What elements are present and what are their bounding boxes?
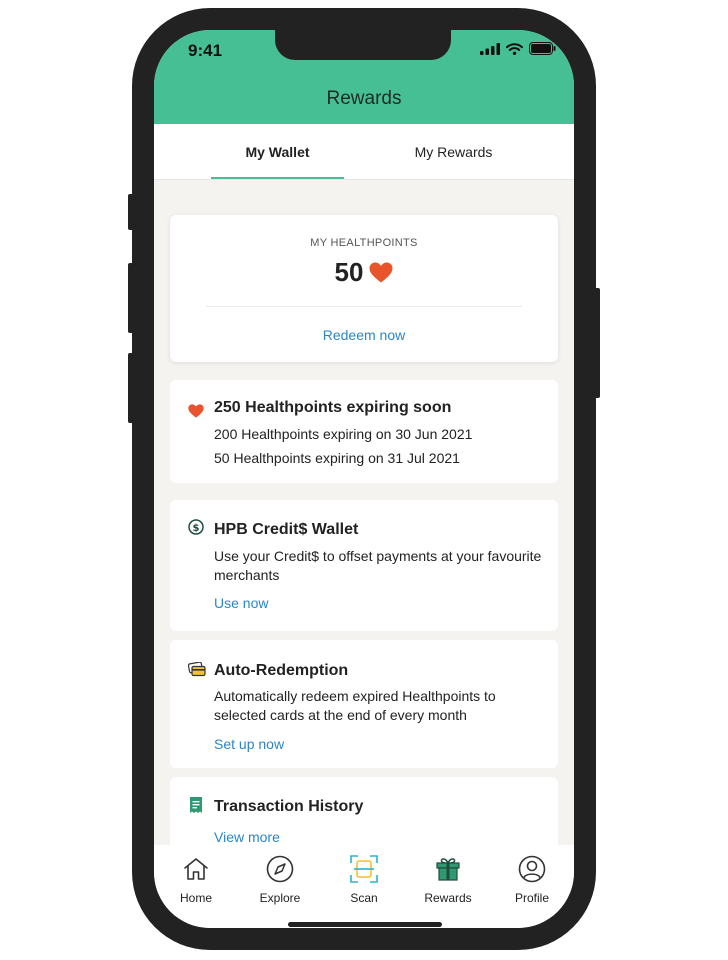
credit-wallet-card[interactable]: $ HPB Credit$ Wallet Use your Credit$ to…	[170, 500, 558, 631]
phone-frame: 9:41 Rewards My Wallet My Rewards MY HEA…	[128, 8, 600, 950]
heart-icon	[369, 262, 393, 283]
nav-label-profile: Profile	[514, 891, 549, 905]
svg-text:$: $	[193, 523, 200, 534]
use-now-link[interactable]: Use now	[214, 595, 268, 611]
divider	[206, 306, 522, 307]
nav-item-scan[interactable]: Scan	[322, 855, 406, 905]
dollar-coin-icon: $	[188, 519, 204, 535]
home-icon	[184, 858, 208, 880]
tab-my-rewards[interactable]: My Rewards	[387, 124, 520, 180]
tab-bar: My Wallet My Rewards	[154, 124, 574, 180]
expiring-healthpoints-card[interactable]: 250 Healthpoints expiring soon 200 Healt…	[170, 380, 558, 483]
transaction-history-title: Transaction History	[214, 798, 364, 815]
cards-icon	[188, 662, 206, 677]
heart-icon	[188, 404, 204, 418]
status-icons	[480, 42, 556, 55]
active-tab-indicator	[211, 177, 344, 179]
healthpoints-card: MY HEALTHPOINTS 50 Redeem now	[170, 215, 558, 362]
side-button-volume-up	[128, 263, 134, 333]
receipt-icon	[190, 797, 202, 813]
expiring-line-2: 50 Healthpoints expiring on 31 Jul 2021	[214, 450, 460, 466]
bottom-navigation: Home Explore Scan Rewards Profile	[154, 845, 574, 928]
home-indicator	[288, 922, 442, 927]
expiring-line-1: 200 Healthpoints expiring on 30 Jun 2021	[214, 426, 473, 442]
auto-redemption-title: Auto-Redemption	[214, 662, 349, 679]
scan-icon	[350, 855, 378, 883]
healthpoints-value: 50	[334, 257, 364, 287]
healthpoints-label: MY HEALTHPOINTS	[310, 237, 418, 249]
nav-item-home[interactable]: Home	[154, 855, 238, 905]
nav-item-explore[interactable]: Explore	[238, 855, 322, 905]
wifi-icon	[506, 42, 523, 55]
tab-my-wallet[interactable]: My Wallet	[211, 124, 344, 180]
set-up-now-link[interactable]: Set up now	[214, 736, 284, 752]
page-title: Rewards	[326, 88, 402, 109]
nav-item-rewards[interactable]: Rewards	[406, 855, 490, 905]
status-time: 9:41	[188, 41, 223, 60]
healthpoints-balance: 50	[170, 257, 558, 288]
nav-label-home: Home	[179, 891, 212, 905]
battery-icon	[529, 42, 556, 55]
side-button-volume-down	[128, 353, 134, 423]
notch	[275, 30, 451, 60]
nav-label-rewards: Rewards	[424, 891, 472, 905]
profile-icon	[518, 855, 546, 883]
side-button-mute	[128, 194, 134, 230]
credit-wallet-title: HPB Credit$ Wallet	[214, 521, 359, 538]
compass-icon	[266, 855, 294, 883]
gift-icon	[436, 858, 460, 881]
credit-wallet-description: Use your Credit$ to offset payments at y…	[214, 548, 542, 583]
auto-redemption-description: Automatically redeem expired Healthpoint…	[214, 688, 496, 723]
nav-item-profile[interactable]: Profile	[490, 855, 574, 905]
nav-label-scan: Scan	[350, 891, 378, 905]
view-more-link[interactable]: View more	[214, 829, 280, 845]
signal-icon	[480, 42, 500, 55]
redeem-now-link[interactable]: Redeem now	[170, 327, 558, 343]
expiring-title: 250 Healthpoints expiring soon	[214, 399, 452, 416]
nav-label-explore: Explore	[259, 891, 301, 905]
auto-redemption-card[interactable]: Auto-Redemption Automatically redeem exp…	[170, 640, 558, 768]
phone-screen: 9:41 Rewards My Wallet My Rewards MY HEA…	[154, 30, 574, 928]
side-button-power	[594, 288, 600, 398]
